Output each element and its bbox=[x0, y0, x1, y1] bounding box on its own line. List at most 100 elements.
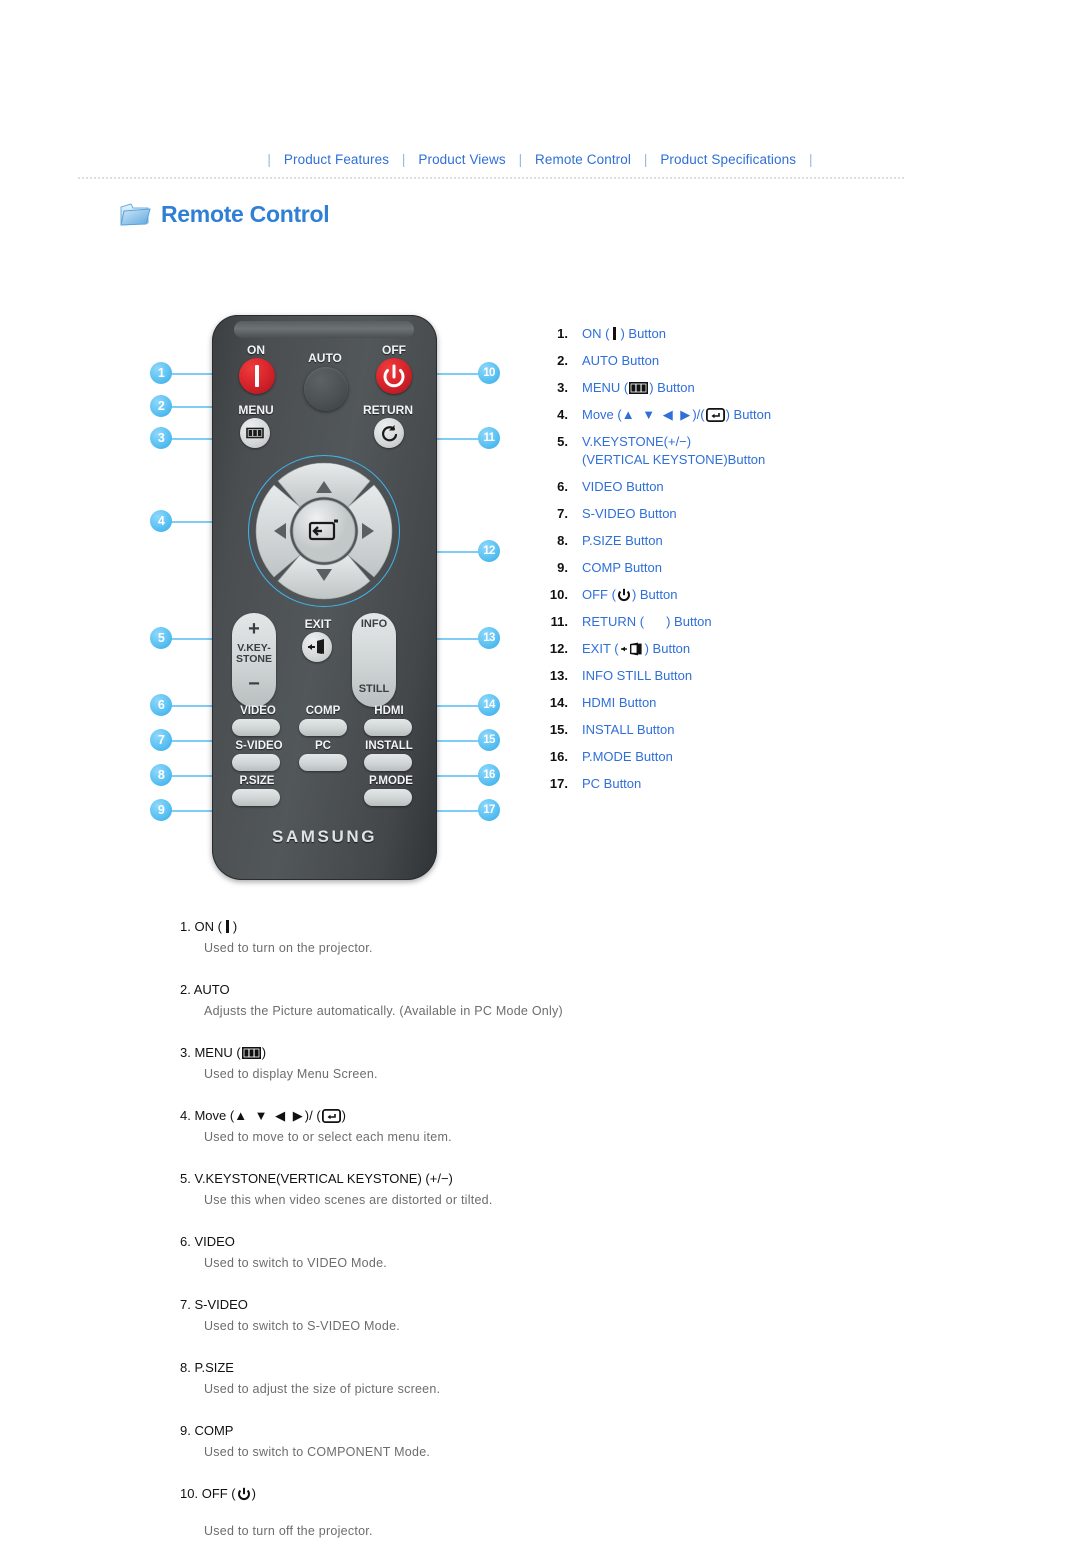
callout-badge-9: 9 bbox=[150, 799, 172, 821]
nav-item-product-specifications[interactable]: Product Specifications bbox=[660, 152, 796, 167]
nav-item-product-views[interactable]: Product Views bbox=[418, 152, 505, 167]
remote-label-hdmi: HDMI bbox=[374, 705, 404, 717]
nav-divider bbox=[78, 177, 906, 179]
legend-text-before: RETURN ( bbox=[582, 614, 645, 629]
remote-button-svideo[interactable] bbox=[232, 754, 280, 771]
remote-label-vkeystone-plus: + bbox=[248, 618, 260, 640]
legend-number: 5. bbox=[557, 434, 568, 449]
legend-text-mid: )/( bbox=[692, 407, 705, 422]
legend-number: 13. bbox=[549, 668, 568, 683]
remote-label-on: ON bbox=[247, 343, 265, 357]
remote-button-install[interactable] bbox=[364, 754, 412, 771]
brand-logo: SAMSUNG bbox=[271, 827, 378, 846]
remote-label-auto: AUTO bbox=[308, 351, 342, 365]
legend-text-line1: V.KEYSTONE(+/−) bbox=[582, 434, 692, 449]
legend-item-5: 5. V.KEYSTONE(+/−) (VERTICAL KEYSTONE)Bu… bbox=[538, 433, 958, 469]
description-title-before: ON ( bbox=[194, 919, 222, 934]
remote-label-vkeystone-2: STONE bbox=[236, 653, 272, 665]
description-item-9: 9. COMP Used to switch to COMPONENT Mode… bbox=[180, 1422, 940, 1459]
remote-control-diagram: 1 2 3 4 5 6 7 8 9 10 11 12 13 14 15 16 1… bbox=[150, 305, 520, 900]
nav-separator-0: | bbox=[267, 152, 272, 167]
remote-button-exit[interactable] bbox=[302, 632, 332, 662]
page-header: Remote Control bbox=[118, 200, 330, 228]
button-legend-list: 1. ON () Button 2. AUTO Button 3. MENU (… bbox=[538, 325, 958, 802]
remote-button-comp[interactable] bbox=[299, 719, 347, 736]
description-number: 1. bbox=[180, 919, 191, 934]
callout-badge-4: 4 bbox=[150, 510, 172, 532]
description-body: Use this when video scenes are distorted… bbox=[204, 1193, 493, 1207]
legend-item-15: 15. INSTALL Button bbox=[538, 721, 958, 739]
legend-number: 12. bbox=[549, 641, 568, 656]
legend-text-before: EXIT ( bbox=[582, 641, 619, 656]
description-body: Used to adjust the size of picture scree… bbox=[204, 1382, 441, 1396]
remote-button-off[interactable] bbox=[376, 358, 412, 394]
legend-text: EXIT () Button bbox=[582, 640, 690, 658]
remote-button-pmode[interactable] bbox=[364, 789, 412, 806]
legend-item-13: 13. INFO STILL Button bbox=[538, 667, 958, 685]
callout-badge-6: 6 bbox=[150, 694, 172, 716]
nav-item-product-features[interactable]: Product Features bbox=[284, 152, 389, 167]
remote-button-video[interactable] bbox=[232, 719, 280, 736]
nav-separator-2: | bbox=[518, 152, 523, 167]
legend-text-line2: (VERTICAL KEYSTONE)Button bbox=[582, 452, 766, 467]
callout-badge-15: 15 bbox=[478, 729, 500, 751]
legend-item-10: 10. OFF () Button bbox=[538, 586, 958, 604]
description-number: 5. bbox=[180, 1171, 191, 1186]
nav-item-remote-control[interactable]: Remote Control bbox=[535, 152, 631, 167]
legend-item-9: 9. COMP Button bbox=[538, 559, 958, 577]
remote-label-video: VIDEO bbox=[240, 705, 276, 717]
remote-label-pc: PC bbox=[315, 740, 331, 752]
description-title-text: V.KEYSTONE(VERTICAL KEYSTONE) (+/−) bbox=[194, 1171, 453, 1186]
legend-number: 6. bbox=[557, 479, 568, 494]
legend-text: RETURN () Button bbox=[582, 613, 712, 631]
remote-label-off: OFF bbox=[382, 343, 406, 357]
description-body: Used to turn on the projector. bbox=[204, 941, 373, 955]
legend-text-after: ) Button bbox=[649, 380, 695, 395]
legend-text: S-VIDEO Button bbox=[582, 506, 677, 521]
description-title: 5. V.KEYSTONE(VERTICAL KEYSTONE) (+/−) bbox=[180, 1170, 940, 1187]
callout-badge-14: 14 bbox=[478, 694, 500, 716]
remote-button-psize[interactable] bbox=[232, 789, 280, 806]
legend-text-before: MENU ( bbox=[582, 380, 629, 395]
return-arrow-icon bbox=[382, 425, 398, 442]
remote-button-on[interactable] bbox=[239, 358, 275, 394]
legend-number: 1. bbox=[557, 326, 568, 341]
description-number: 7. bbox=[180, 1297, 191, 1312]
legend-item-17: 17. PC Button bbox=[538, 775, 958, 793]
page-title: Remote Control bbox=[161, 200, 330, 227]
remote-button-return[interactable] bbox=[374, 418, 404, 448]
description-item-7: 7. S-VIDEO Used to switch to S-VIDEO Mod… bbox=[180, 1296, 940, 1333]
remote-button-hdmi[interactable] bbox=[364, 719, 412, 736]
remote-body: ON AUTO OFF MENU RETURN + V.KEY- STONE −… bbox=[212, 315, 437, 880]
callout-badge-2: 2 bbox=[150, 395, 172, 417]
description-number: 4. bbox=[180, 1108, 191, 1123]
description-title-text: AUTO bbox=[193, 982, 230, 997]
legend-item-11: 11. RETURN () Button bbox=[538, 613, 958, 631]
callout-badge-1: 1 bbox=[150, 362, 172, 384]
description-title-mid: )/ ( bbox=[304, 1108, 321, 1123]
remote-label-exit: EXIT bbox=[304, 617, 332, 631]
description-body: Used to turn off the projector. bbox=[204, 1524, 373, 1538]
legend-text: OFF () Button bbox=[582, 586, 677, 604]
enter-icon bbox=[705, 408, 725, 422]
remote-dpad[interactable] bbox=[252, 459, 396, 603]
legend-text: P.SIZE Button bbox=[582, 533, 663, 548]
remote-label-comp: COMP bbox=[305, 705, 341, 717]
power-off-icon bbox=[383, 364, 405, 388]
remote-button-menu[interactable] bbox=[240, 418, 270, 448]
remote-button-pc[interactable] bbox=[299, 754, 347, 771]
legend-number: 7. bbox=[557, 506, 568, 521]
legend-number: 11. bbox=[550, 614, 568, 629]
legend-item-3: 3. MENU () Button bbox=[538, 379, 958, 397]
legend-number: 10. bbox=[549, 587, 568, 602]
description-title: 4. Move (▲ ▼ ◀ ▶)/ () bbox=[180, 1107, 940, 1124]
button-descriptions: 1. ON () Used to turn on the projector. … bbox=[180, 918, 940, 1564]
power-off-icon bbox=[617, 588, 630, 601]
remote-button-auto[interactable] bbox=[304, 367, 348, 411]
menu-icon bbox=[241, 1047, 261, 1059]
legend-number: 17. bbox=[549, 776, 568, 791]
description-body: Used to switch to S-VIDEO Mode. bbox=[204, 1319, 401, 1333]
legend-number: 8. bbox=[557, 533, 568, 548]
description-title-text: COMP bbox=[194, 1423, 234, 1438]
remote-label-install: INSTALL bbox=[365, 740, 413, 752]
